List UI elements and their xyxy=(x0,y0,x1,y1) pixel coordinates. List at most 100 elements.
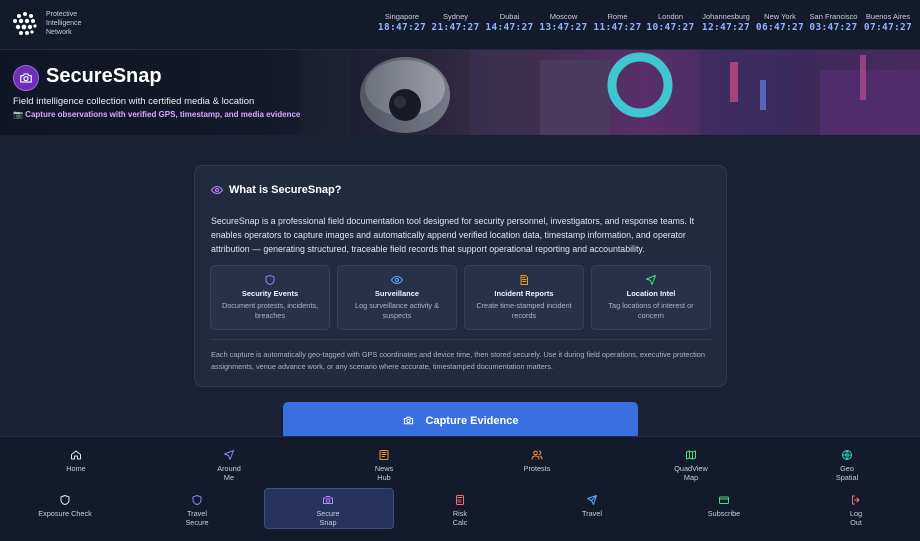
bottom-nav: Home Around Me News Hub Protests QuadView Map Ge… xyxy=(0,436,920,541)
clock-city: Dubai xyxy=(499,12,520,21)
clock-item: New York 06:47:27 xyxy=(755,12,805,33)
clock-city: London xyxy=(657,12,684,21)
nav-item-quadview-map[interactable]: QuadView Map xyxy=(636,449,746,482)
shield-icon xyxy=(60,495,70,505)
eye-icon xyxy=(211,185,223,195)
clock-city: Moscow xyxy=(549,12,578,21)
nav-item-risk-calc[interactable]: Risk Calc xyxy=(405,494,515,527)
users-icon xyxy=(531,450,543,460)
hero-banner: SecureSnap Field intelligence collection… xyxy=(0,50,920,135)
map-icon xyxy=(686,450,696,460)
feature-title: Location Intel xyxy=(626,289,676,298)
clock-time: 03:47:27 xyxy=(809,22,858,33)
nav-item-travel-secure[interactable]: Travel Secure xyxy=(142,494,252,527)
clock-time: 10:47:27 xyxy=(646,22,695,33)
feature-grid: Security Events Document protests, incide… xyxy=(210,265,718,330)
nav-label: Out xyxy=(850,517,862,527)
clock-city: New York xyxy=(764,12,796,21)
camera-icon xyxy=(13,65,39,91)
nav-item-log-out[interactable]: Log Out xyxy=(801,494,911,527)
camera-icon xyxy=(403,415,414,426)
card-icon xyxy=(719,496,729,504)
nav-item-protests[interactable]: Protests xyxy=(482,449,592,474)
home-icon xyxy=(71,450,81,460)
shield-icon xyxy=(192,495,202,505)
nav-label: Secure xyxy=(185,517,209,527)
nav-item-secure-snap[interactable]: Secure Snap xyxy=(273,494,383,527)
nav-item-exposure-check[interactable]: Exposure Check xyxy=(10,494,120,519)
clock-item: London 10:47:27 xyxy=(644,12,697,33)
clock-city: Sydney xyxy=(442,12,469,21)
app-subtitle: Field intelligence collection with certi… xyxy=(13,96,255,107)
nav-item-subscribe[interactable]: Subscribe xyxy=(669,494,779,519)
nav-label: Spatial xyxy=(835,472,859,482)
clock-city: San Francisco xyxy=(809,12,858,21)
clock-item: Moscow 13:47:27 xyxy=(536,12,591,33)
clock-item: Rome 11:47:27 xyxy=(591,12,644,33)
nav-label: Calc xyxy=(452,517,468,527)
clock-time: 07:47:27 xyxy=(863,22,913,33)
clock-time: 13:47:27 xyxy=(539,22,588,33)
nav-label: Me xyxy=(223,472,235,482)
feature-description: Create time-stamped incident records xyxy=(476,301,572,320)
feature-card: Surveillance Log surveillance activity & … xyxy=(337,265,457,330)
about-title: What is SecureSnap? xyxy=(229,184,342,196)
about-heading: What is SecureSnap? xyxy=(211,184,341,196)
feature-description: Tag locations of interest or concern xyxy=(608,301,694,320)
nav-label: Hub xyxy=(377,472,391,482)
clock-time: 21:47:27 xyxy=(431,22,480,33)
feature-card: Location Intel Tag locations of interest … xyxy=(591,265,711,330)
feature-description: Document protests, incidents, breaches xyxy=(221,301,319,320)
world-clocks: Singapore 18:47:27 Sydney 21:47:27 Dubai 14:4… xyxy=(376,12,914,33)
clock-item: Dubai 14:47:27 xyxy=(483,12,536,33)
navigation-icon xyxy=(224,450,234,460)
nav-label: Travel xyxy=(581,509,602,518)
navigation-icon xyxy=(646,275,656,285)
feature-card: Security Events Document protests, incide… xyxy=(210,265,330,330)
eye-icon xyxy=(391,276,403,284)
capture-evidence-label: Capture Evidence xyxy=(425,414,519,427)
globe-logo-icon xyxy=(13,12,37,35)
document-icon xyxy=(520,275,528,285)
app-tagline: 📷 Capture observations with verified GPS… xyxy=(13,110,301,119)
nav-label: Map xyxy=(683,472,699,482)
feature-title: Security Events xyxy=(241,289,299,298)
hero-shade xyxy=(0,50,500,135)
nav-item-travel[interactable]: Travel xyxy=(537,494,647,519)
logout-icon xyxy=(852,495,860,505)
clock-city: Buenos Aires xyxy=(865,12,911,21)
camera-icon xyxy=(323,496,333,504)
clock-city: Rome xyxy=(607,12,628,21)
clock-city: Singapore xyxy=(384,12,420,21)
feature-card: Incident Reports Create time-stamped inci… xyxy=(464,265,584,330)
shield-icon xyxy=(265,275,275,285)
clock-time: 14:47:27 xyxy=(485,22,534,33)
feature-title: Incident Reports xyxy=(494,289,554,298)
globe-icon xyxy=(842,450,852,460)
clock-time: 18:47:27 xyxy=(377,22,427,33)
nav-item-news-hub[interactable]: News Hub xyxy=(329,449,439,482)
clock-time: 12:47:27 xyxy=(701,22,751,33)
nav-item-around-me[interactable]: Around Me xyxy=(174,449,284,482)
plane-icon xyxy=(587,495,597,505)
feature-description: Log surveillance activity & suspects xyxy=(355,301,439,320)
nav-label: Exposure Check xyxy=(38,509,92,518)
app-title: SecureSnap xyxy=(46,65,162,87)
about-description: SecureSnap is a professional field docum… xyxy=(211,216,695,254)
clock-item: San Francisco 03:47:27 xyxy=(805,12,862,33)
calculator-icon xyxy=(456,495,464,505)
divider xyxy=(210,339,713,340)
about-footer: Each capture is automatically geo-tagged… xyxy=(211,350,705,371)
clock-city: Johannesburg xyxy=(702,12,750,21)
capture-evidence-button[interactable]: Capture Evidence xyxy=(283,402,638,439)
clock-item: Singapore 18:47:27 xyxy=(376,12,428,33)
nav-label: Home xyxy=(66,464,86,473)
clock-item: Johannesburg 12:47:27 xyxy=(697,12,755,33)
nav-item-geo-spatial[interactable]: Geo Spatial xyxy=(792,449,902,482)
nav-item-home[interactable]: Home xyxy=(21,449,131,474)
feature-title: Surveillance xyxy=(374,289,420,298)
about-card: What is SecureSnap? SecureSnap is a prof… xyxy=(194,165,727,387)
clock-item: Sydney 21:47:27 xyxy=(428,12,483,33)
top-bar: Protective Intelligence Network Singapor… xyxy=(0,0,920,50)
nav-label: Subscribe xyxy=(707,509,741,518)
